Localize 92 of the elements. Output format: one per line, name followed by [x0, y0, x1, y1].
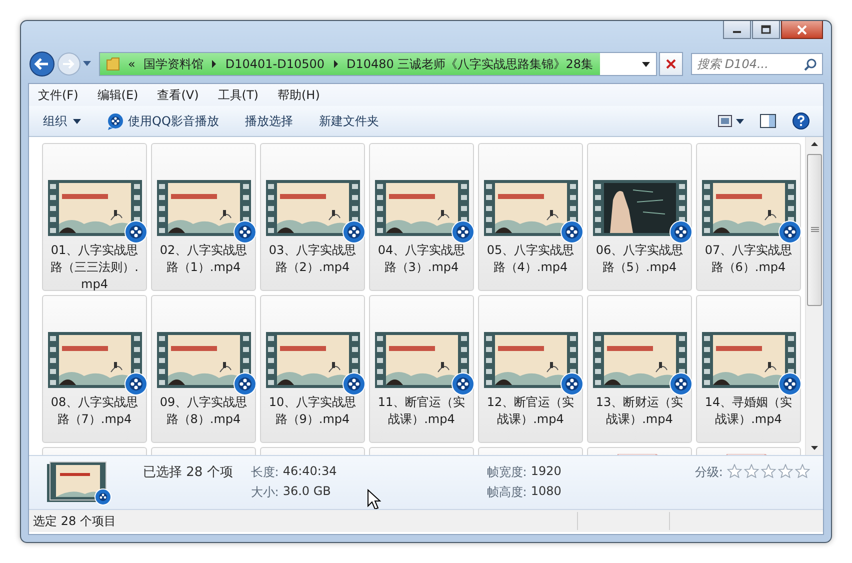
menu-item[interactable]: 编辑(E): [97, 86, 138, 104]
file-name: 10、八字实战思路（9）.mp4: [268, 394, 358, 428]
player-badge-icon: [668, 220, 692, 244]
player-badge-icon: [450, 372, 474, 396]
player-badge-icon: [668, 372, 692, 396]
caret-icon: [73, 118, 81, 124]
stop-button[interactable]: [659, 52, 683, 76]
player-badge-icon: [778, 372, 802, 396]
video-file-tile[interactable]: 07、八字实战思路（6）.mp4: [696, 143, 801, 291]
video-file-tile[interactable]: 01、八字实战思路（三三法则）.mp4: [42, 143, 147, 291]
video-file-tile[interactable]: 14、寻婚姻（实战课）.mp4: [696, 295, 801, 443]
search-field[interactable]: 搜索 D104...: [691, 53, 823, 75]
toolbar-button[interactable]: 播放选择: [236, 110, 301, 132]
file-name: 07、八字实战思路（6）.mp4: [704, 242, 794, 276]
address-bar[interactable]: « 国学资料馆 D10401-D10500 D10480 三诚老师《八字实战思路集锦》28集: [99, 52, 657, 76]
toolbar-button[interactable]: 使用QQ影音播放: [99, 110, 227, 132]
caret-icon[interactable]: [83, 61, 91, 67]
file-name: 12、断官运（实战课）.mp4: [486, 394, 576, 428]
player-badge-icon: [342, 372, 366, 396]
video-stack-icon: [45, 460, 113, 506]
player-badge-icon: [232, 220, 256, 244]
file-name: 09、八字实战思路（8）.mp4: [158, 394, 248, 428]
player-badge-icon: [342, 220, 366, 244]
overflow-chevron[interactable]: «: [128, 57, 136, 71]
player-badge-icon: [450, 220, 474, 244]
video-file-tile[interactable]: 02、八字实战思路（1）.mp4: [151, 143, 256, 291]
file-name: 03、八字实战思路（2）.mp4: [268, 242, 358, 276]
mouse-cursor-icon: [367, 489, 381, 511]
help-icon: [792, 112, 810, 130]
player-icon: [107, 112, 124, 130]
status-text: 选定 28 个项目: [33, 512, 116, 530]
preview-pane-icon: [760, 114, 776, 128]
scrollbar[interactable]: [805, 137, 823, 455]
video-file-tile[interactable]: 05、八字实战思路（4）.mp4: [478, 143, 583, 291]
menu-item[interactable]: 工具(T): [218, 86, 258, 104]
close-button[interactable]: [781, 21, 823, 39]
video-file-tile[interactable]: 13、断财运（实战课）.mp4: [587, 295, 692, 443]
video-file-tile[interactable]: 03、八字实战思路（2）.mp4: [260, 143, 365, 291]
file-name: 11、断官运（实战课）.mp4: [376, 394, 466, 428]
player-badge-icon: [124, 220, 148, 244]
file-name: 13、断财运（实战课）.mp4: [594, 394, 684, 428]
player-badge-icon: [232, 372, 256, 396]
video-file-tile[interactable]: 06、八字实战思路（5）.mp4: [587, 143, 692, 291]
video-file-tile[interactable]: 10、八字实战思路（9）.mp4: [260, 295, 365, 443]
property-label: 帧高度:: [486, 484, 528, 501]
video-file-tile[interactable]: 11、断官运（实战课）.mp4: [369, 295, 474, 443]
video-file-tile[interactable]: 12、断官运（实战课）.mp4: [478, 295, 583, 443]
breadcrumb[interactable]: 国学资料馆: [143, 56, 204, 72]
view-icon: [718, 115, 744, 127]
organize-button[interactable]: 组织: [35, 110, 89, 132]
grip-icon: [810, 227, 818, 233]
file-name: 05、八字实战思路（4）.mp4: [486, 242, 576, 276]
menu-item[interactable]: 帮助(H): [278, 86, 320, 104]
file-name: 14、寻婚姻（实战课）.mp4: [704, 394, 794, 428]
rating-label: 分级:: [694, 464, 724, 481]
back-button[interactable]: [29, 51, 55, 77]
menu-item[interactable]: 文件(F): [38, 86, 78, 104]
toolbar-button[interactable]: 新建文件夹: [310, 110, 387, 132]
file-name: 01、八字实战思路（三三法则）.mp4: [50, 242, 140, 293]
dropdown-caret-icon[interactable]: [642, 62, 650, 66]
property-value: 46:40:34: [282, 464, 337, 480]
file-name: 02、八字实战思路（1）.mp4: [158, 242, 248, 276]
maximize-icon: [760, 24, 772, 34]
breadcrumb[interactable]: D10401-D10500: [225, 57, 325, 71]
breadcrumb[interactable]: D10480 三诚老师《八字实战思路集锦》28集: [346, 56, 594, 72]
minimize-button[interactable]: [723, 21, 751, 39]
cross-icon: [665, 58, 677, 70]
property-label: 长度:: [250, 464, 280, 481]
player-badge-icon: [560, 372, 584, 396]
menu-item[interactable]: 查看(V): [157, 86, 199, 104]
file-name: 08、八字实战思路（7）.mp4: [50, 394, 140, 428]
file-name: 06、八字实战思路（5）.mp4: [594, 242, 684, 276]
video-file-tile[interactable]: 09、八字实战思路（8）.mp4: [151, 295, 256, 443]
property-label: 帧宽度:: [486, 464, 528, 481]
property-value: 36.0 GB: [282, 484, 331, 500]
close-icon: [796, 24, 808, 34]
video-file-tile[interactable]: 04、八字实战思路（3）.mp4: [369, 143, 474, 291]
folder-icon: [106, 57, 120, 71]
property-value: 1920: [530, 464, 562, 480]
property-label: 大小:: [250, 484, 280, 501]
separator-arrow-icon[interactable]: [332, 60, 339, 68]
file-name: 04、八字实战思路（3）.mp4: [376, 242, 466, 276]
property-value: 1080: [530, 484, 562, 500]
player-badge-icon: [124, 372, 148, 396]
maximize-button[interactable]: [752, 21, 780, 39]
rating-stars[interactable]: [726, 464, 810, 478]
separator-arrow-icon[interactable]: [211, 60, 218, 68]
player-badge-icon: [778, 220, 802, 244]
player-badge-icon: [560, 220, 584, 244]
selection-summary: 已选择 28 个项: [143, 464, 233, 481]
search-icon: [804, 58, 817, 71]
video-file-tile[interactable]: 08、八字实战思路（7）.mp4: [42, 295, 147, 443]
